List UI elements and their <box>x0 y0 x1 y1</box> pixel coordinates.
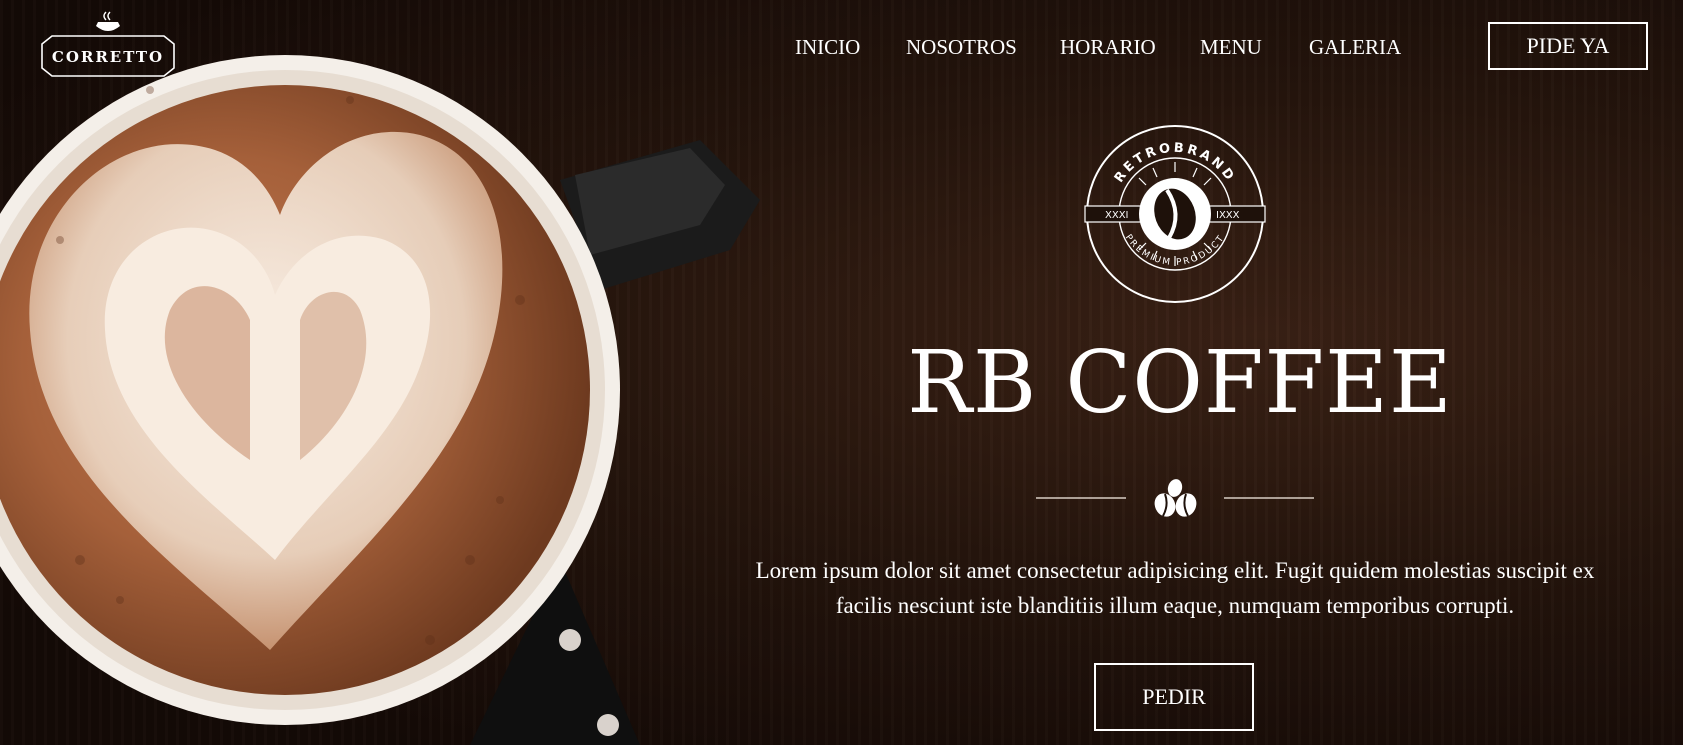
nav-item-menu[interactable]: MENU <box>1200 35 1262 60</box>
badge-right-text: IXXX <box>1216 210 1240 221</box>
hero-description: Lorem ipsum dolor sit amet consectetur a… <box>755 558 1595 618</box>
nav-item-inicio[interactable]: INICIO <box>795 35 860 60</box>
coffee-beans-icon <box>1036 479 1314 517</box>
order-now-button[interactable]: PIDE YA <box>1488 22 1648 70</box>
nav-item-galeria[interactable]: GALERIA <box>1309 35 1401 60</box>
nav-item-nosotros[interactable]: NOSOTROS <box>906 35 1017 60</box>
nav-item-horario[interactable]: HORARIO <box>1060 35 1156 60</box>
coffee-bean-badge-icon: RETROBRAND PREMIUM PRODUCT XXXI IXXX <box>1084 125 1266 303</box>
hero-title: RB COFFEE <box>907 333 1453 433</box>
brand-logo[interactable]: CORRETTO <box>30 10 186 86</box>
order-button[interactable]: PEDIR <box>1094 663 1254 731</box>
badge-left-text: XXXI <box>1105 210 1129 221</box>
latte-art-image <box>0 55 760 745</box>
logo-text: CORRETTO <box>51 48 165 66</box>
